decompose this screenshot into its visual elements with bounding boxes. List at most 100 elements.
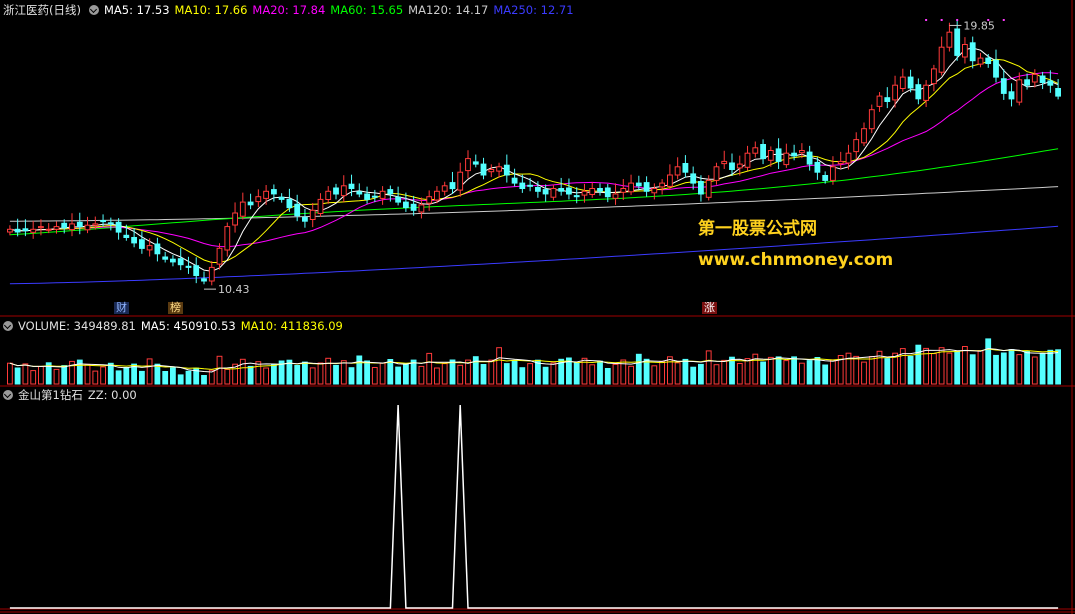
- candle-body: [232, 212, 238, 226]
- signal-dot: [925, 19, 928, 21]
- volume-bar: [434, 367, 440, 385]
- candle-body: [566, 187, 572, 195]
- price-chart[interactable]: 19.85 10.43: [0, 0, 1075, 317]
- candle-body: [449, 182, 456, 190]
- volume-bar: [791, 356, 798, 385]
- candle-body: [325, 190, 332, 201]
- tag-bang[interactable]: 榜: [168, 302, 183, 314]
- candle-body: [340, 185, 347, 197]
- volume-ma10: MA10: 411836.09: [240, 319, 343, 333]
- candle-body: [899, 76, 906, 89]
- volume-bar: [667, 356, 673, 385]
- volume-bar: [247, 365, 254, 385]
- candle-body: [162, 256, 169, 260]
- ma250-label: MA250: 12.71: [493, 3, 574, 17]
- candle-body: [1031, 73, 1038, 83]
- volume-bar: [92, 370, 99, 385]
- volume-value: VOLUME: 349489.81: [18, 319, 136, 333]
- volume-bar: [946, 352, 953, 385]
- candle-body: [309, 209, 316, 221]
- tag-zhang[interactable]: 涨: [702, 302, 717, 314]
- candle-body: [224, 226, 231, 251]
- settings-dropdown-icon[interactable]: [88, 5, 99, 15]
- signal-dot: [956, 19, 959, 21]
- candle-body: [84, 224, 91, 231]
- candle-body: [651, 188, 658, 194]
- candle-body: [123, 234, 130, 239]
- candle-body: [255, 196, 262, 203]
- candle-body: [667, 174, 673, 187]
- indicator-pane[interactable]: 金山第1钻石 ZZ: 0.00: [0, 387, 1075, 614]
- ma10-label: MA10: 17.66: [174, 3, 248, 17]
- candle-body: [581, 190, 588, 196]
- candle-body: [22, 228, 29, 232]
- candle-body: [713, 166, 720, 181]
- candle-body: [92, 223, 99, 226]
- volume-bar: [201, 375, 207, 385]
- candle-body: [294, 203, 301, 217]
- candle-body: [271, 189, 277, 195]
- volume-bar: [1047, 349, 1054, 385]
- volume-bar: [573, 362, 580, 385]
- volume-bar: [651, 365, 658, 385]
- signal-dot: [1002, 19, 1005, 21]
- candle-body: [550, 188, 557, 198]
- candle-body: [403, 201, 409, 209]
- volume-bar: [659, 360, 666, 385]
- volume-bar: [371, 367, 378, 385]
- volume-bar: [1031, 356, 1038, 385]
- volume-bar: [123, 367, 130, 385]
- volume-bar: [309, 367, 316, 385]
- candle-body: [395, 196, 402, 203]
- tag-cai[interactable]: 财: [114, 302, 129, 314]
- ma60-label: MA60: 15.65: [330, 3, 404, 17]
- candle-body: [604, 187, 611, 198]
- volume-bar: [985, 338, 992, 385]
- indicator-chart[interactable]: [0, 387, 1075, 614]
- candle-body: [263, 190, 270, 199]
- volume-bar: [822, 364, 829, 385]
- candle-body: [1039, 75, 1046, 83]
- volume-bar: [938, 347, 945, 385]
- ma120-label: MA120: 14.17: [408, 3, 489, 17]
- indicator-dropdown-icon[interactable]: [3, 390, 13, 400]
- volume-bar: [30, 370, 37, 385]
- volume-bar: [22, 363, 29, 385]
- volume-bar: [729, 356, 735, 385]
- candle-body: [146, 245, 153, 251]
- candle-body: [216, 247, 223, 265]
- candle-body: [643, 182, 650, 192]
- candle-body: [519, 182, 526, 190]
- candle-body: [682, 163, 689, 173]
- candle-body: [814, 161, 821, 173]
- volume-bar: [107, 362, 114, 385]
- candle-body: [830, 166, 836, 181]
- candle-body: [30, 228, 37, 233]
- candle-body: [907, 76, 914, 89]
- volume-bar: [271, 363, 277, 385]
- candle-body: [915, 84, 922, 100]
- volume-bar: [457, 364, 464, 385]
- candle-body: [472, 161, 479, 165]
- volume-bar: [721, 359, 728, 385]
- candle-body: [1000, 78, 1007, 94]
- candle-body: [38, 226, 44, 229]
- candle-body: [837, 160, 844, 165]
- candle-body: [286, 198, 293, 209]
- candle-body: [139, 239, 145, 249]
- volume-bar: [441, 363, 448, 385]
- zz-line: [9, 404, 1059, 609]
- volume-dropdown-icon[interactable]: [3, 321, 13, 331]
- candle-body: [659, 182, 666, 188]
- candle-body: [154, 243, 161, 255]
- volume-bar: [53, 368, 60, 385]
- price-pane[interactable]: 19.85 10.43 浙江医药(日线) MA5: 17.53 MA10: 17.66…: [0, 0, 1075, 317]
- candle-body: [690, 173, 697, 184]
- candle-body: [426, 196, 433, 204]
- candle-body: [729, 162, 735, 170]
- candle-body: [783, 152, 790, 166]
- volume-bar: [682, 358, 689, 385]
- volume-bar: [690, 366, 697, 385]
- volume-bar: [294, 365, 301, 385]
- volume-pane[interactable]: VOLUME: 349489.81 MA5: 450910.53 MA10: 411…: [0, 317, 1075, 387]
